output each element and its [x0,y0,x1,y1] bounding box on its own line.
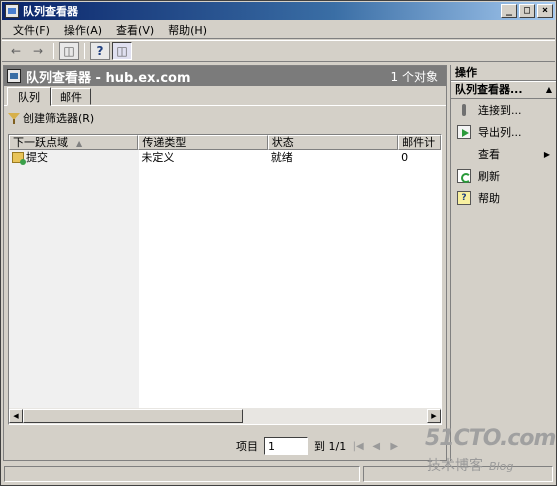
column-label: 下一跃点域 [13,136,68,149]
grid-header: 下一跃点域 ▲ 传递类型 状态 邮件计 [9,135,441,150]
column-header-next-hop[interactable]: 下一跃点域 ▲ [9,135,139,150]
column-header-status[interactable]: 状态 [267,135,399,150]
tab-queues[interactable]: 队列 [7,87,51,106]
pager: 项目 到 1/1 |◀ ◀ ▶ [236,436,400,456]
show-hide-tree-icon[interactable]: ◫ [59,42,79,60]
menu-file[interactable]: 文件(F) [6,22,57,38]
title-bar: 队列查看器 _ □ × [2,2,555,20]
action-help[interactable]: ? 帮助 [451,187,556,209]
action-connect-to[interactable]: 连接到... [451,99,556,121]
cell-next-hop-text: 提交 [26,151,48,164]
cell-next-hop: 提交 [9,150,138,165]
submenu-arrow-icon: ▶ [543,149,550,159]
action-view[interactable]: 查看 ▶ [451,143,556,165]
maximize-button[interactable]: □ [519,4,535,18]
watermark-subtitle: 技术博客 Blog [427,455,513,475]
action-pane: 操作 队列查看器... ▲ 连接到... 导出列... 查看 ▶ 刷新 ? 帮助 [450,65,556,461]
action-pane-header: 操作 [451,65,556,81]
queue-viewer-icon [7,69,21,83]
scroll-thumb[interactable] [23,409,243,423]
forward-arrow-icon[interactable]: → [28,42,48,60]
action-label: 导出列... [478,126,522,139]
connect-icon [457,103,471,117]
action-section-label: 队列查看器... [455,83,523,96]
action-label: 连接到... [478,104,522,117]
cell-delivery-type: 未定义 [141,151,175,164]
sort-ascending-icon: ▲ [76,139,83,148]
queue-pane: 队列查看器 - hub.ex.com 1 个对象 队列 邮件 创建筛选器(R) … [3,65,447,461]
next-page-icon[interactable]: ▶ [388,441,400,452]
watermark-sub-text: 技术博客 [427,458,483,474]
watermark-logo: 51CTO.com [425,426,556,451]
create-filter-button[interactable]: 创建筛选器(R) [8,110,94,126]
back-arrow-icon[interactable]: ← [6,42,26,60]
action-export-list[interactable]: 导出列... [451,121,556,143]
grid-body: 提交 未定义 就绪 0 [9,150,441,410]
scroll-left-icon[interactable]: ◀ [9,409,23,423]
sorted-column-shade [9,150,139,410]
object-count: 1 个对象 [390,69,438,84]
status-panel [4,466,360,482]
column-header-message-count[interactable]: 邮件计 [398,135,441,150]
horizontal-scrollbar[interactable]: ◀ ▶ [9,408,441,424]
watermark-blog-text: Blog [489,460,514,473]
action-refresh[interactable]: 刷新 [451,165,556,187]
cell-message-count: 0 [401,151,409,164]
first-page-icon[interactable]: |◀ [352,441,364,452]
help-icon: ? [457,191,471,205]
help-icon[interactable]: ? [90,42,110,60]
show-action-pane-icon[interactable]: ◫ [112,42,132,60]
queue-viewer-window: 队列查看器 _ □ × 文件(F) 操作(A) 查看(V) 帮助(H) ← → … [0,0,557,486]
refresh-icon [457,169,471,183]
minimize-button[interactable]: _ [501,4,517,18]
scroll-right-icon[interactable]: ▶ [427,409,441,423]
toolbar: ← → ◫ ? ◫ [2,40,555,62]
action-label: 查看 [478,148,500,161]
queue-ready-icon [12,152,26,165]
app-icon [5,4,19,18]
menu-action[interactable]: 操作(A) [57,22,109,38]
column-header-delivery-type[interactable]: 传递类型 [138,135,268,150]
collapse-up-icon[interactable]: ▲ [546,81,552,99]
create-filter-label: 创建筛选器(R) [23,112,95,125]
menu-bar: 文件(F) 操作(A) 查看(V) 帮助(H) [2,21,555,39]
action-label: 帮助 [478,192,500,205]
previous-page-icon[interactable]: ◀ [370,441,382,452]
filter-icon [8,112,20,124]
menu-help[interactable]: 帮助(H) [161,22,214,38]
pager-of-label: 到 1/1 [314,440,347,453]
toolbar-separator [53,43,54,59]
page-number-input[interactable] [264,437,308,455]
tab-strip: 队列 邮件 [4,87,446,106]
action-label: 刷新 [478,170,500,183]
tab-messages[interactable]: 邮件 [51,88,91,105]
toolbar-separator [84,43,85,59]
window-title: 队列查看器 [23,5,78,18]
close-button[interactable]: × [537,4,553,18]
pager-label: 项目 [236,440,258,453]
menu-view[interactable]: 查看(V) [109,22,161,38]
pane-title: 队列查看器 - hub.ex.com [26,70,191,86]
action-section-header[interactable]: 队列查看器... ▲ [451,81,556,99]
table-row[interactable]: 提交 未定义 就绪 0 [9,150,441,165]
export-icon [457,125,471,139]
queue-grid: 下一跃点域 ▲ 传递类型 状态 邮件计 提交 未定义 就绪 0 ◀ ▶ [8,134,442,425]
pane-header: 队列查看器 - hub.ex.com 1 个对象 [4,66,446,86]
cell-status: 就绪 [270,151,293,164]
